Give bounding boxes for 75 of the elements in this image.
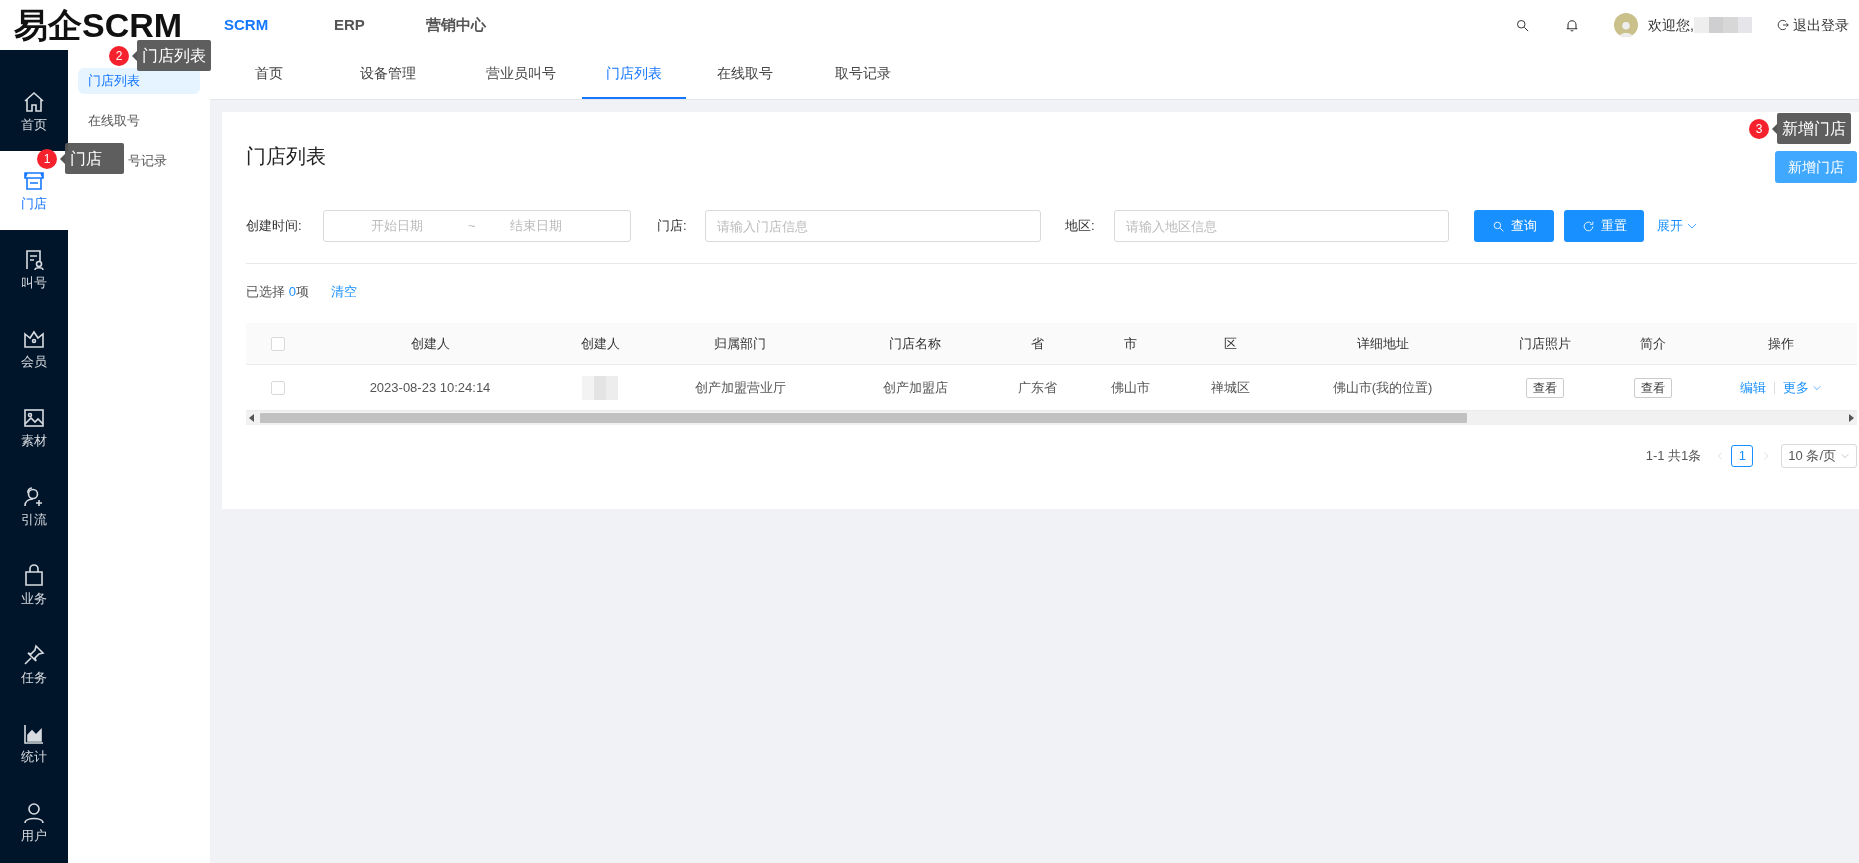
- filter-label: 门店:: [657, 217, 688, 236]
- end-date-placeholder: 结束日期: [510, 217, 562, 236]
- checkbox[interactable]: [271, 380, 285, 395]
- region-input-field[interactable]: 请输入地区信息: [1114, 210, 1449, 242]
- scroll-left-icon[interactable]: [248, 414, 256, 422]
- rail-item[interactable]: 业务: [0, 546, 68, 625]
- search-icon[interactable]: [1515, 17, 1531, 33]
- filter-label: 创建时间:: [246, 217, 303, 236]
- top-nav-item[interactable]: 营销中心: [426, 13, 536, 37]
- tab[interactable]: 门店列表: [582, 50, 686, 99]
- logout-icon: [1776, 18, 1790, 32]
- app-logo: 易企SCRM: [14, 8, 184, 42]
- table-cell-text: 创产加盟店: [881, 378, 949, 397]
- range-separator: ~: [468, 217, 477, 236]
- submenu-item[interactable]: 门店列表: [78, 68, 200, 94]
- table-cell-text: 广东省: [1017, 378, 1058, 397]
- view-button[interactable]: 查看: [1526, 377, 1564, 398]
- column-header: 详细地址: [1355, 334, 1410, 353]
- top-nav-item[interactable]: ERP: [334, 13, 426, 37]
- tab[interactable]: 设备管理: [315, 50, 460, 99]
- tab[interactable]: 首页: [222, 50, 315, 99]
- blurred-username: [1694, 17, 1752, 33]
- person-icon: [22, 800, 46, 825]
- pin-icon: [22, 642, 46, 667]
- bag-icon: [22, 563, 46, 588]
- column-header: 归属部门: [713, 334, 767, 353]
- horizontal-scrollbar[interactable]: [246, 411, 1857, 425]
- tab[interactable]: 营业员叫号: [460, 50, 582, 99]
- table-cell-text: 佛山市: [1109, 378, 1151, 397]
- rail-item[interactable]: 任务: [0, 625, 68, 704]
- column-header: 省: [1030, 334, 1045, 353]
- column-header: 门店照片: [1518, 334, 1572, 353]
- column-header: 操作: [1767, 334, 1795, 353]
- table-cell-text: 2023-08-23 10:24:14: [368, 378, 492, 397]
- rail-item[interactable]: 用户: [0, 783, 68, 862]
- rail-item[interactable]: 首页: [0, 72, 68, 151]
- rail-item[interactable]: 叫号: [0, 230, 68, 309]
- tooltip: 门店: [65, 143, 124, 174]
- view-button[interactable]: 查看: [1633, 377, 1672, 398]
- rail-item[interactable]: 统计: [0, 704, 68, 783]
- rail-item[interactable]: 引流: [0, 467, 68, 546]
- rail-item[interactable]: 素材: [0, 388, 68, 467]
- blurred-creator: [582, 375, 618, 400]
- start-date-placeholder: 开始日期: [371, 217, 424, 236]
- table-cell-text: 创产加盟营业厅: [693, 378, 787, 397]
- tab[interactable]: 取号记录: [804, 50, 922, 99]
- tab[interactable]: 在线取号: [686, 50, 804, 99]
- search-icon: [1491, 219, 1505, 233]
- avatar[interactable]: [1614, 13, 1639, 37]
- pagination-summary: 1-1 共1条: [1645, 447, 1702, 466]
- column-header: 区: [1222, 334, 1238, 353]
- submenu-item[interactable]: 在线取号: [78, 108, 200, 134]
- logout-link[interactable]: 退出登录: [1776, 14, 1849, 36]
- top-nav-item[interactable]: SCRM: [224, 13, 334, 37]
- tooltip: 新增门店: [1777, 113, 1851, 144]
- page-size-select[interactable]: 10 条/页: [1781, 444, 1857, 468]
- column-header: 简介: [1638, 334, 1667, 353]
- scroll-right-icon[interactable]: [1847, 414, 1855, 422]
- selection-count: 已选择 0项: [246, 283, 309, 302]
- store-input-field[interactable]: 请输入门店信息: [705, 210, 1041, 242]
- tooltip: 门店列表: [137, 40, 211, 71]
- column-header: 门店名称: [888, 334, 942, 353]
- welcome-text: 欢迎您,: [1648, 15, 1694, 35]
- column-header: 创建人: [409, 334, 451, 353]
- page-title: 门店列表: [246, 144, 326, 169]
- filter-label: 地区:: [1065, 217, 1096, 236]
- refresh-icon: [1581, 219, 1595, 233]
- column-header: 市: [1122, 334, 1138, 353]
- chevron-down-icon: [1840, 451, 1850, 461]
- rail-item[interactable]: 会员: [0, 309, 68, 388]
- home-icon: [22, 89, 46, 114]
- checkbox[interactable]: [271, 336, 285, 351]
- column-header: 创建人: [579, 334, 621, 353]
- table-cell-text: 禅城区: [1209, 378, 1251, 397]
- table-cell-text: 佛山市(我的位置): [1331, 378, 1434, 397]
